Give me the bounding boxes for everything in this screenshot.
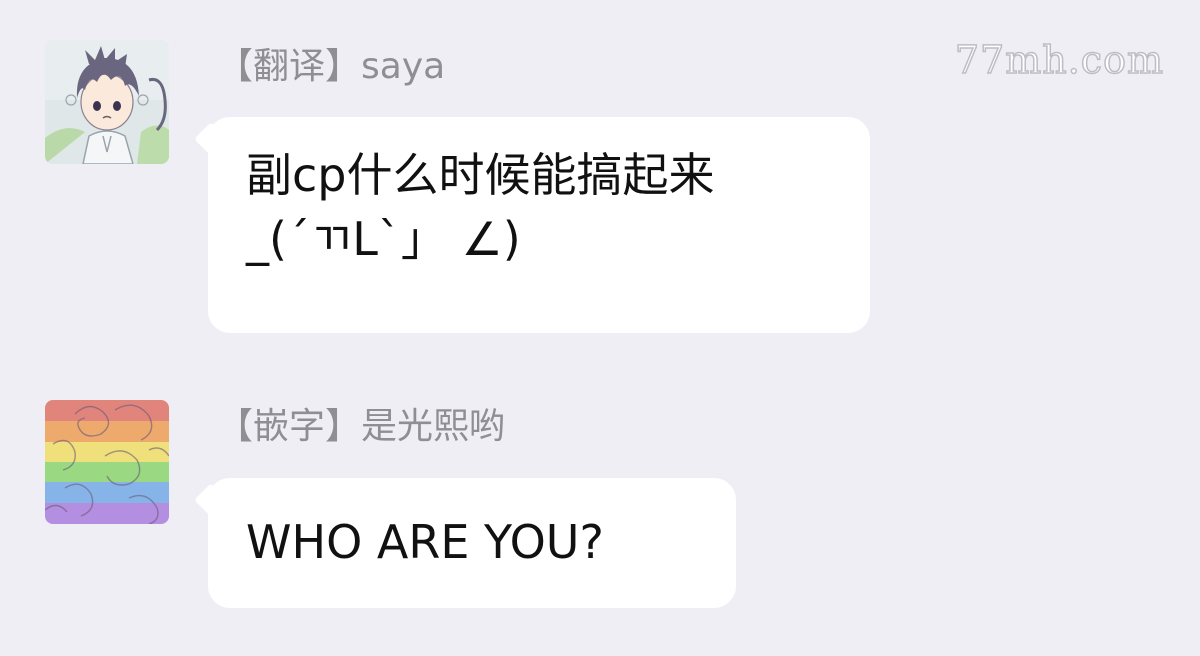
message-text-line: WHO ARE YOU? — [246, 515, 604, 569]
message-text-line: 副cp什么时候能搞起来 — [246, 148, 715, 202]
watermark: 77mh.com — [954, 37, 1164, 83]
message-bubble[interactable]: 副cp什么时候能搞起来 _(´ㄲL`」 ∠) — [208, 117, 870, 333]
message-text-line: _(´ㄲL`」 ∠) — [246, 212, 521, 266]
rainbow-roses-avatar-icon[interactable] — [45, 400, 169, 524]
sender-name[interactable]: 【嵌字】是光熙哟 — [217, 402, 505, 452]
message-bubble[interactable]: WHO ARE YOU? — [208, 478, 736, 608]
sender-name[interactable]: 【翻译】saya — [217, 42, 445, 92]
anime-boy-avatar-icon[interactable] — [45, 40, 169, 164]
